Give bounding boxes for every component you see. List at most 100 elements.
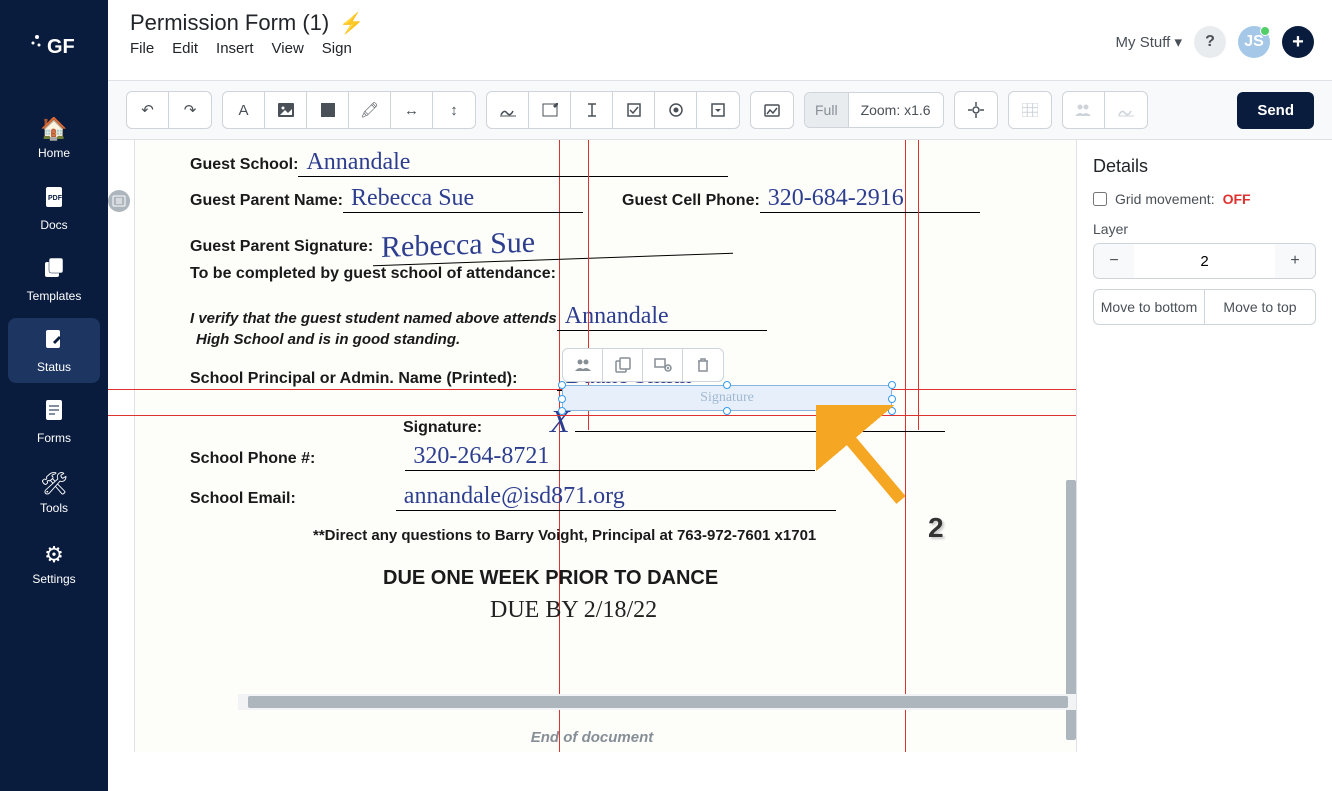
delete-button[interactable] — [683, 349, 723, 381]
document-canvas[interactable]: Guest School:Annandale Guest Parent Name… — [108, 140, 1076, 752]
nav-templates[interactable]: Templates — [8, 247, 100, 312]
my-stuff-dropdown[interactable]: My Stuff ▾ — [1116, 33, 1182, 51]
element-toolbar — [562, 348, 724, 382]
menu-sign[interactable]: Sign — [322, 40, 352, 57]
duplicate-button[interactable] — [603, 349, 643, 381]
pdf-icon: PDF — [44, 186, 64, 214]
document-title[interactable]: Permission Form (1) — [130, 10, 329, 36]
app-logo[interactable]: GF — [29, 25, 79, 65]
phone-label: School Phone #: — [190, 450, 315, 468]
guest-school-value: Annandale — [298, 149, 728, 177]
guide-line — [918, 140, 919, 430]
signature-label: Signature: — [403, 419, 482, 437]
menu-file[interactable]: File — [130, 40, 154, 57]
guest-school-label: Guest School: — [190, 156, 298, 174]
guest-parent-label: Guest Parent Name: — [190, 192, 343, 210]
tools-icon: 🛠 — [40, 471, 68, 497]
due-handwritten: DUE BY 2/18/22 — [490, 597, 657, 624]
assign-signer-button[interactable] — [563, 349, 603, 381]
collapse-sidebar-button[interactable] — [108, 190, 130, 212]
move-top-button[interactable]: Move to top — [1205, 290, 1315, 324]
guide-line — [108, 415, 1076, 416]
guest-parent-value: Rebecca Sue — [343, 185, 583, 213]
image-tool[interactable] — [265, 92, 307, 128]
phone-value: 320-264-8721 — [405, 443, 815, 471]
grid-movement-checkbox[interactable] — [1093, 192, 1107, 206]
sign-tool[interactable] — [1105, 92, 1147, 128]
section-header: To be completed by guest school of atten… — [190, 265, 556, 283]
layer-value: 2 — [1134, 244, 1275, 278]
horizontal-arrow-tool[interactable]: ↔ — [391, 92, 433, 128]
principal-label: School Principal or Admin. Name (Printed… — [190, 370, 517, 388]
guest-cell-label: Guest Cell Phone: — [622, 192, 760, 210]
nav-settings[interactable]: ⚙Settings — [8, 531, 100, 596]
layer-plus-button[interactable]: + — [1275, 244, 1315, 278]
add-button[interactable]: + — [1282, 26, 1314, 58]
signature-placeholder: Signature — [700, 390, 754, 406]
guest-cell-value: 320-684-2916 — [760, 185, 980, 213]
templates-icon — [43, 257, 65, 285]
move-bottom-button[interactable]: Move to bottom — [1094, 290, 1205, 324]
center-tool[interactable] — [955, 92, 997, 128]
grid-movement-label: Grid movement: — [1115, 191, 1215, 207]
nav-forms[interactable]: Forms — [8, 389, 100, 454]
zoom-full-button[interactable]: Full — [805, 93, 849, 127]
svg-text:GF: GF — [47, 36, 75, 58]
text-tool[interactable]: A — [223, 92, 265, 128]
user-avatar[interactable]: JS — [1238, 26, 1270, 58]
svg-text:PDF: PDF — [48, 195, 63, 202]
layer-minus-button[interactable]: − — [1094, 244, 1134, 278]
nav-status[interactable]: Status — [8, 318, 100, 383]
horizontal-scrollbar[interactable] — [238, 694, 1076, 710]
due-text: DUE ONE WEEK PRIOR TO DANCE — [383, 567, 718, 590]
highlight-tool[interactable]: 🖍 — [349, 92, 391, 128]
zoom-control[interactable]: Full Zoom: x1.6 — [804, 92, 944, 128]
status-icon — [43, 328, 65, 356]
redo-button[interactable]: ↷ — [169, 92, 211, 128]
guest-sig-label: Guest Parent Signature: — [190, 238, 373, 256]
shape-tool[interactable] — [307, 92, 349, 128]
grid-tool[interactable] — [1009, 92, 1051, 128]
attachment-tool[interactable] — [751, 92, 793, 128]
nav-docs[interactable]: PDFDocs — [8, 176, 100, 241]
radio-tool[interactable] — [655, 92, 697, 128]
bolt-icon: ⚡ — [339, 11, 364, 36]
document-page: Guest School:Annandale Guest Parent Name… — [134, 140, 1076, 752]
layer-label: Layer — [1093, 221, 1316, 237]
home-icon: 🏠 — [40, 116, 67, 142]
details-title: Details — [1093, 156, 1316, 177]
direct-text: **Direct any questions to Barry Voight, … — [313, 527, 816, 544]
vertical-arrow-tool[interactable]: ↕ — [433, 92, 475, 128]
dropdown-tool[interactable] — [697, 92, 739, 128]
gear-icon: ⚙ — [44, 542, 64, 568]
email-label: School Email: — [190, 490, 296, 508]
menu-insert[interactable]: Insert — [216, 40, 254, 57]
initial-field-tool[interactable] — [529, 92, 571, 128]
help-button[interactable]: ? — [1194, 26, 1226, 58]
menu-view[interactable]: View — [272, 40, 304, 57]
menu-edit[interactable]: Edit — [172, 40, 198, 57]
signers-tool[interactable] — [1063, 92, 1105, 128]
text-field-tool[interactable] — [571, 92, 613, 128]
sidebar: GF 🏠Home PDFDocs Templates Status Forms … — [0, 0, 108, 791]
forms-icon — [45, 399, 63, 427]
guest-sig-value: Rebecca Sue — [373, 219, 733, 267]
details-panel: Details Grid movement: OFF Layer − 2 + M… — [1076, 140, 1332, 752]
zoom-value: Zoom: x1.6 — [849, 102, 943, 118]
end-of-document: End of document — [108, 729, 1076, 746]
verify-text-1: I verify that the guest student named ab… — [190, 310, 557, 327]
toolbar: ↶ ↷ A 🖍 ↔ ↕ Full Zoom: x1.6 Send — [108, 80, 1332, 140]
grid-movement-state: OFF — [1223, 191, 1251, 207]
signature-field-tool[interactable] — [487, 92, 529, 128]
annotation-arrow-2 — [816, 405, 916, 515]
header: Permission Form (1) ⚡ File Edit Insert V… — [108, 0, 1332, 80]
checkbox-tool[interactable] — [613, 92, 655, 128]
undo-button[interactable]: ↶ — [127, 92, 169, 128]
nav-home[interactable]: 🏠Home — [8, 105, 100, 170]
properties-button[interactable] — [643, 349, 683, 381]
send-button[interactable]: Send — [1237, 92, 1314, 129]
nav-tools[interactable]: 🛠Tools — [8, 460, 100, 525]
verify-text-2: High School and is in good standing. — [196, 331, 460, 348]
annotation-number-2: 2 — [928, 512, 944, 544]
vertical-scrollbar[interactable] — [1064, 140, 1076, 752]
